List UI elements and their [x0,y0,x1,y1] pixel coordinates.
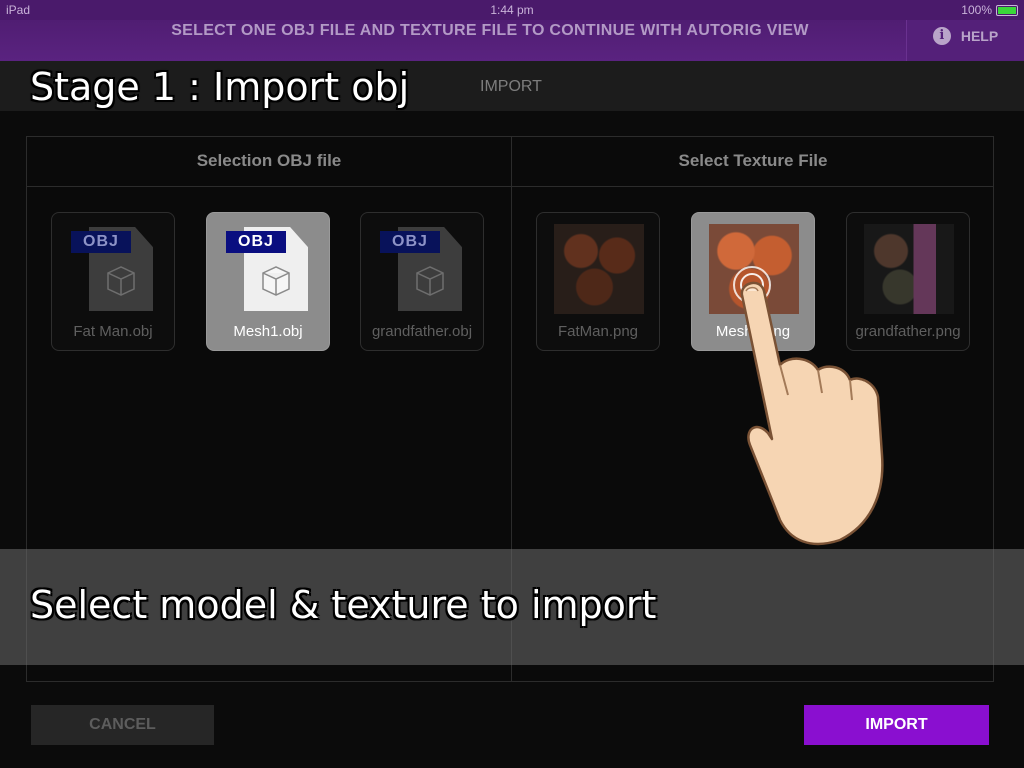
cube-icon [262,266,290,296]
status-bar: iPad 1:44 pm 100% [0,0,1024,20]
cancel-button[interactable]: CANCEL [31,705,214,745]
instruction-message: SELECT ONE OBJ FILE AND TEXTURE FILE TO … [171,22,809,39]
hand-pointer-icon [733,266,884,546]
obj-file-name: Mesh1.obj [233,323,303,340]
texture-file-tile[interactable]: FatMan.png [536,212,660,351]
status-time: 1:44 pm [490,3,534,17]
texture-file-name: FatMan.png [557,323,639,340]
battery-icon [996,5,1018,16]
battery-percent: 100% [961,3,992,17]
obj-file-name: Fat Man.obj [73,323,153,340]
stage-bar: Stage 1 : Import obj IMPORT [0,61,1024,111]
help-label: HELP [960,27,999,44]
info-icon: i [932,26,951,45]
tutorial-tip: Select model & texture to import [30,583,657,627]
cube-icon [416,266,444,296]
cube-icon [107,266,135,296]
header-divider [27,186,993,187]
texture-column-title: Select Texture File [678,151,828,170]
obj-badge: OBJ [380,231,440,253]
tab-import[interactable]: IMPORT [480,78,542,96]
obj-badge: OBJ [226,231,286,253]
tutorial-overlay: Select model & texture to import [0,549,1024,665]
obj-file-tile-selected[interactable]: OBJ Mesh1.obj [206,212,330,351]
obj-badge: OBJ [71,231,131,253]
stage-title: Stage 1 : Import obj [30,65,410,109]
obj-file-tile[interactable]: OBJ grandfather.obj [360,212,484,351]
obj-file-name: grandfather.obj [371,323,473,340]
obj-column-title: Selection OBJ file [196,151,342,170]
texture-thumbnail [554,224,644,314]
obj-file-tile[interactable]: OBJ Fat Man.obj [51,212,175,351]
import-button[interactable]: IMPORT [804,705,989,745]
